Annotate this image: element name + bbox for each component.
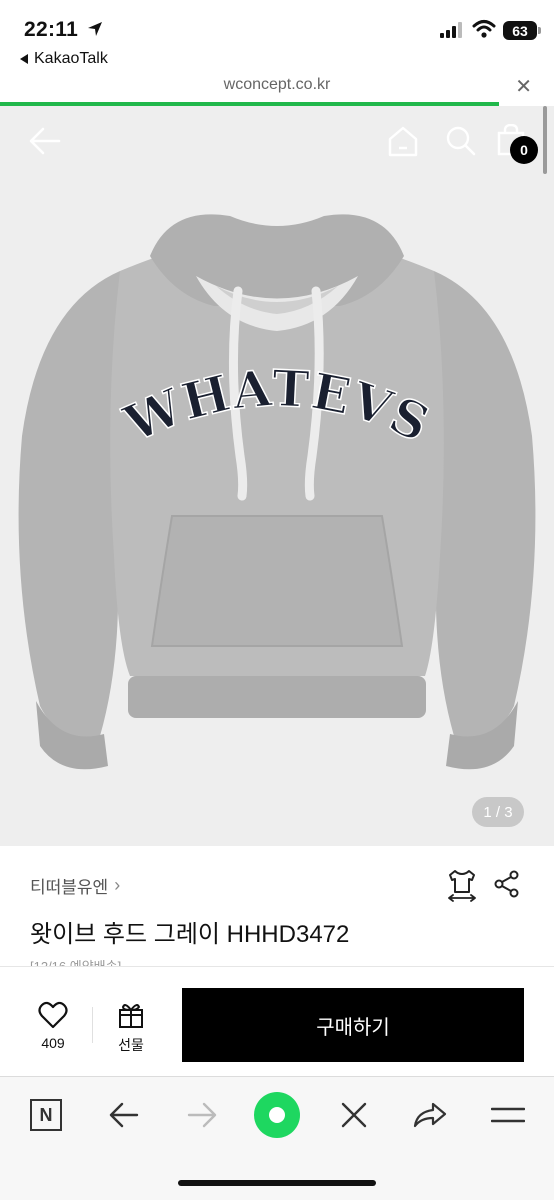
product-title: 왓이브 후드 그레이 HHHD3472: [30, 921, 350, 948]
chevron-right-icon: ›: [114, 875, 121, 895]
product-image-hoodie: WHATEVS: [18, 214, 536, 770]
close-icon[interactable]: ✕: [515, 74, 532, 99]
url-text[interactable]: wconcept.co.kr: [0, 76, 554, 94]
like-button[interactable]: 409: [30, 1001, 76, 1051]
share-icon[interactable]: [493, 870, 521, 898]
home-icon[interactable]: [386, 124, 420, 158]
back-icon[interactable]: [104, 1095, 144, 1135]
close-icon[interactable]: [336, 1095, 372, 1135]
status-time: 22:11: [24, 18, 79, 41]
brand-name: 티떠블유엔: [30, 878, 109, 897]
naver-icon[interactable]: N: [30, 1099, 62, 1131]
cart-count-badge[interactable]: 0: [510, 136, 538, 164]
back-app-label: KakaoTalk: [34, 50, 108, 67]
page: 22:11 KakaoTalk 63 wconcept.co.kr ✕ WHAT…: [0, 0, 554, 1200]
cellular-signal-icon: [440, 22, 462, 38]
heart-icon: [38, 1001, 68, 1029]
back-arrow-icon[interactable]: [28, 126, 62, 156]
buy-button[interactable]: 구매하기: [182, 988, 524, 1062]
gift-label: 선물: [118, 1037, 144, 1053]
scrollbar[interactable]: [543, 106, 547, 174]
url-bar: wconcept.co.kr ✕: [0, 68, 554, 106]
brand-link[interactable]: 티떠블유엔 ›: [30, 873, 120, 898]
share-icon[interactable]: [410, 1095, 450, 1135]
product-image-gallery[interactable]: WHATEVS 0 1 / 3: [0, 106, 554, 846]
wifi-icon: [472, 20, 496, 38]
divider: [92, 1007, 93, 1043]
battery-tip: [538, 27, 541, 34]
search-icon[interactable]: [444, 124, 476, 156]
product-info: 티떠블유엔 › 왓이브 후드 그레이 HHHD3472 [12/16 예약배송]: [0, 846, 554, 974]
status-bar: 22:11 KakaoTalk 63: [0, 0, 554, 78]
image-counter: 1 / 3: [472, 797, 524, 827]
like-count: 409: [41, 1035, 65, 1051]
size-guide-icon[interactable]: [446, 868, 478, 902]
gift-icon: [119, 1004, 143, 1028]
green-dot-home-icon[interactable]: [254, 1092, 300, 1138]
gift-button[interactable]: 선물: [108, 1001, 154, 1055]
forward-icon[interactable]: [182, 1095, 222, 1135]
location-arrow-icon: [88, 22, 102, 36]
battery-indicator: 63: [503, 21, 537, 40]
back-triangle-icon: [20, 54, 28, 64]
menu-icon[interactable]: [488, 1095, 528, 1135]
purchase-bar: 409 선물 구매하기: [0, 966, 554, 1078]
home-indicator: [178, 1180, 376, 1186]
back-to-app-link[interactable]: KakaoTalk: [20, 50, 108, 68]
